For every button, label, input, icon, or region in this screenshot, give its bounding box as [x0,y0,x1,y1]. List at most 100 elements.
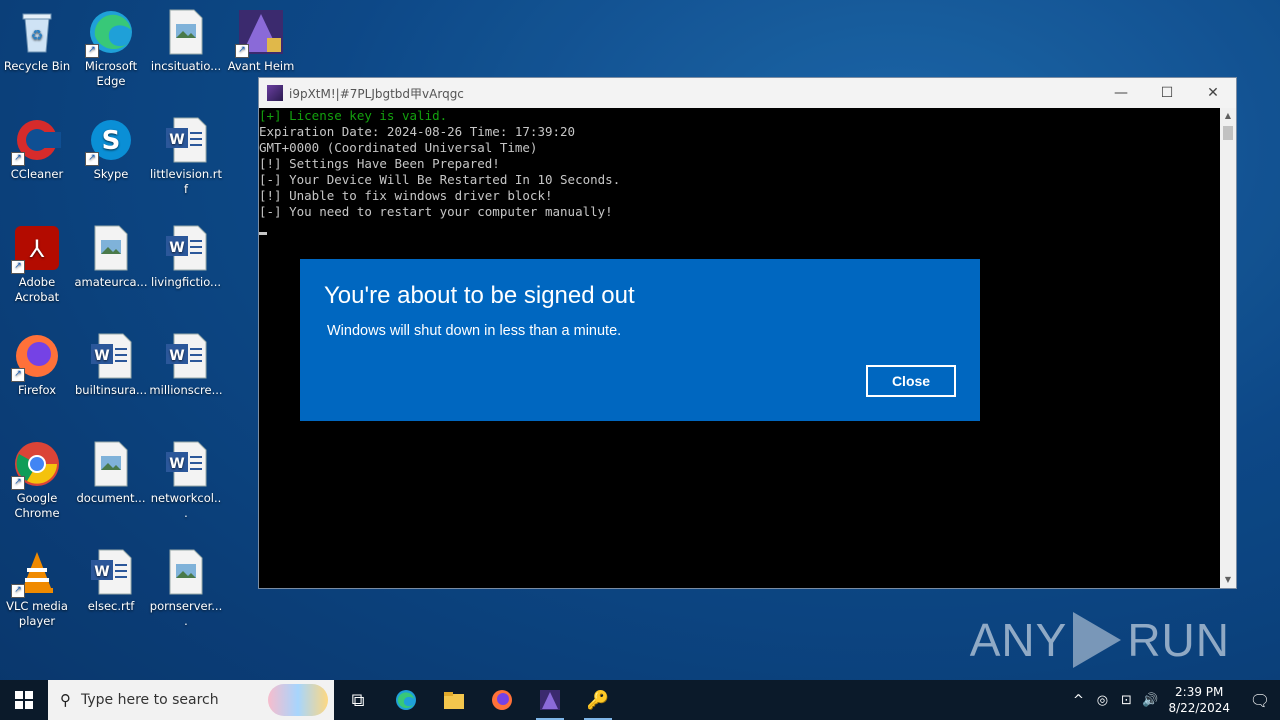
recycle-bin-icon: ♻ [13,8,61,56]
firefox-icon: ↗ [11,332,61,382]
dialog-close-button[interactable]: Close [866,365,956,397]
console-app-icon [267,85,283,101]
search-icon: ⚲ [60,691,71,709]
desktop-icon-littlevision[interactable]: W littlevision.rtf [149,116,223,197]
taskbar-file-explorer[interactable] [430,680,478,720]
task-view-button[interactable]: ⧉ [334,680,382,720]
desktop-icon-ccleaner[interactable]: ↗ CCleaner [0,116,74,182]
scroll-thumb[interactable] [1223,126,1233,140]
taskbar-clock[interactable]: 2:39 PM 8/22/2024 [1168,684,1230,716]
skype-icon: S ↗ [85,116,135,166]
desktop-icon-amateurca[interactable]: amateurca... [74,224,148,290]
word-doc-icon: W [162,440,210,488]
chrome-icon: ↗ [11,440,61,490]
taskbar-key-app[interactable]: 🔑 [574,680,622,720]
desktop-icon-vlc[interactable]: ↗ VLC media player [0,548,74,629]
acrobat-icon: ⅄ ↗ [11,224,61,274]
firefox-icon [492,690,512,710]
word-doc-icon: W [162,332,210,380]
taskbar-firefox[interactable] [478,680,526,720]
keys-icon: 🔑 [586,689,610,711]
minimize-button[interactable]: — [1098,78,1144,108]
image-file-icon [162,548,210,596]
console-line: [-] Your Device Will Be Restarted In 10 … [259,172,621,187]
console-line: GMT+0000 (Coordinated Universal Time) [259,140,538,155]
shortcut-arrow-icon: ↗ [11,476,25,490]
start-button[interactable] [0,680,48,720]
shortcut-arrow-icon: ↗ [11,152,25,166]
maximize-button[interactable]: ☐ [1144,78,1190,108]
desktop-icon-skype[interactable]: S ↗ Skype [74,116,148,182]
text-cursor [259,232,267,235]
svg-text:W: W [94,564,109,580]
play-logo-icon [1073,612,1122,668]
desktop-icon-google-chrome[interactable]: ↗ Google Chrome [0,440,74,521]
desktop-icon-firefox[interactable]: ↗ Firefox [0,332,74,398]
taskbar-search[interactable]: ⚲ Type here to search [48,680,334,720]
search-placeholder: Type here to search [81,692,219,708]
volume-icon[interactable]: 🔊 [1138,693,1162,708]
clock-date: 8/22/2024 [1168,701,1230,715]
image-file-icon [162,8,210,56]
close-button[interactable]: ✕ [1190,78,1236,108]
console-line: [+] License key is valid. [259,108,448,123]
dialog-title: You're about to be signed out [324,282,635,309]
task-view-icon: ⧉ [351,689,365,711]
desktop-icon-livingfictio[interactable]: W livingfictio... [149,224,223,290]
scroll-up-icon[interactable]: ▲ [1220,108,1236,124]
ccleaner-icon: ↗ [11,116,61,166]
desktop-icon-millionscre[interactable]: W millionscre... [149,332,223,398]
svg-text:W: W [169,348,184,364]
windows-logo-icon [15,691,33,709]
desktop-icon-builtinsura[interactable]: W builtinsura... [74,332,148,398]
desktop-icon-recycle-bin[interactable]: ♻ Recycle Bin [0,8,74,74]
taskbar: ⚲ Type here to search ⧉ 🔑 ^ ◎ ⊡ 🔊 2:39 P… [0,680,1280,720]
desktop-icons: ♻ Recycle Bin ↗ CCleaner ⅄ ↗ Adobe Acrob… [0,0,300,680]
word-doc-icon: W [162,224,210,272]
svg-text:⅄: ⅄ [29,235,45,263]
image-file-icon [87,224,135,272]
clock-time: 2:39 PM [1175,685,1224,699]
edge-icon [396,690,416,710]
desktop-icon-document[interactable]: document... [74,440,148,506]
shortcut-arrow-icon: ↗ [85,44,99,58]
desktop-icon-adobe-acrobat[interactable]: ⅄ ↗ Adobe Acrobat [0,224,74,305]
svg-text:W: W [169,456,184,472]
svg-text:W: W [169,132,184,148]
desktop-icon-microsoft-edge[interactable]: ↗ Microsoft Edge [74,8,148,89]
svg-text:W: W [94,348,109,364]
taskbar-console-app[interactable] [526,680,574,720]
edge-icon: ↗ [85,8,135,58]
word-doc-icon: W [87,332,135,380]
scroll-down-icon[interactable]: ▼ [1220,572,1236,588]
desktop-icon-pornserver[interactable]: pornserver.... [149,548,223,629]
search-highlight-icon [268,684,328,716]
app-icon [540,690,560,710]
shortcut-arrow-icon: ↗ [11,368,25,382]
chevron-up-icon[interactable]: ^ [1066,693,1090,708]
notification-icon[interactable]: 🗨 [1240,691,1280,710]
watermark-right: RUN [1127,614,1230,666]
taskbar-edge[interactable] [382,680,430,720]
desktop-icon-incsituatio[interactable]: incsituatio... [149,8,223,74]
svg-text:♻: ♻ [31,28,44,44]
network-icon[interactable]: ⊡ [1114,693,1138,708]
anyrun-watermark: ANY RUN [970,612,1230,668]
dialog-message: Windows will shut down in less than a mi… [327,323,622,339]
console-line: [!] Settings Have Been Prepared! [259,156,500,171]
console-title: i9pXtM!|#7PLJbgtbd甲vArqgc [289,86,464,101]
app-icon: ↗ [235,8,285,58]
console-titlebar[interactable]: i9pXtM!|#7PLJbgtbd甲vArqgc — ☐ ✕ [259,78,1236,108]
vertical-scrollbar[interactable]: ▲ ▼ [1220,108,1236,588]
meet-now-icon[interactable]: ◎ [1090,693,1114,708]
image-file-icon [87,440,135,488]
desktop-icon-elsec[interactable]: W elsec.rtf [74,548,148,614]
desktop-icon-networkcol[interactable]: W networkcol... [149,440,223,521]
console-line: [!] Unable to fix windows driver block! [259,188,553,203]
signout-dialog: You're about to be signed out Windows wi… [300,259,980,421]
svg-text:W: W [169,240,184,256]
watermark-left: ANY [969,614,1068,666]
word-doc-icon: W [87,548,135,596]
word-doc-icon: W [162,116,210,164]
desktop-icon-avant-heim[interactable]: ↗ Avant Heim [224,8,298,74]
